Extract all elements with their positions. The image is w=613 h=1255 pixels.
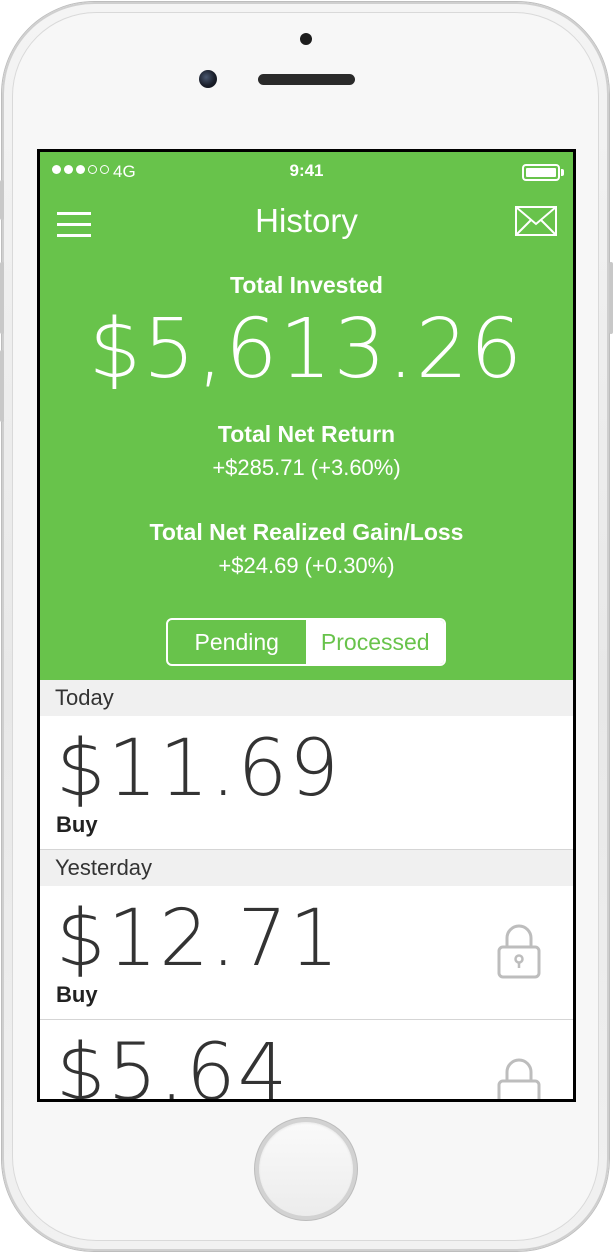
total-invested-label: Total Invested <box>230 272 383 298</box>
screen: 4G 9:41 History Total Invested $5,613.26… <box>37 149 576 1102</box>
transaction-amount: $5.64 <box>56 1028 290 1099</box>
page-title: History <box>255 202 358 239</box>
power-button <box>609 262 613 334</box>
transaction-type: Buy <box>56 982 98 1007</box>
net-return-value: +$285.71 (+3.60%) <box>212 455 401 480</box>
earpiece-speaker <box>258 74 355 85</box>
transaction-row[interactable]: $12.71 Buy <box>40 886 573 1020</box>
transaction-row[interactable]: $5.64 <box>40 1020 573 1099</box>
envelope-icon[interactable] <box>515 206 557 236</box>
section-header-today: Today <box>40 680 573 716</box>
battery-tip <box>561 169 564 176</box>
total-invested-value: $5,613.26 <box>88 302 525 397</box>
transaction-amount: $11.69 <box>56 724 341 814</box>
history-header: 4G 9:41 History Total Invested $5,613.26… <box>40 152 573 680</box>
status-bar: 4G 9:41 <box>40 152 573 192</box>
transaction-row[interactable]: $11.69 Buy <box>40 716 573 850</box>
transaction-type: Buy <box>56 812 98 837</box>
transaction-amount: $12.71 <box>56 894 341 984</box>
app-content: 4G 9:41 History Total Invested $5,613.26… <box>40 152 573 1099</box>
front-camera <box>199 70 217 88</box>
section-header-yesterday: Yesterday <box>40 850 573 886</box>
volume-up-button <box>0 262 4 334</box>
status-time: 9:41 <box>289 161 324 180</box>
pending-tab[interactable]: Pending <box>168 620 307 664</box>
lock-icon <box>497 1058 541 1099</box>
volume-down-button <box>0 350 4 422</box>
realized-gain-loss-label: Total Net Realized Gain/Loss <box>149 519 464 545</box>
net-return-label: Total Net Return <box>217 421 396 447</box>
battery-icon <box>522 164 560 181</box>
proximity-sensor <box>300 33 312 45</box>
home-button[interactable] <box>259 1122 353 1216</box>
lock-icon <box>497 924 541 979</box>
processed-tab[interactable]: Processed <box>306 620 444 664</box>
status-segmented-control: Pending Processed <box>166 618 446 666</box>
realized-gain-loss-value: +$24.69 (+0.30%) <box>218 553 395 578</box>
mute-switch <box>0 180 4 220</box>
